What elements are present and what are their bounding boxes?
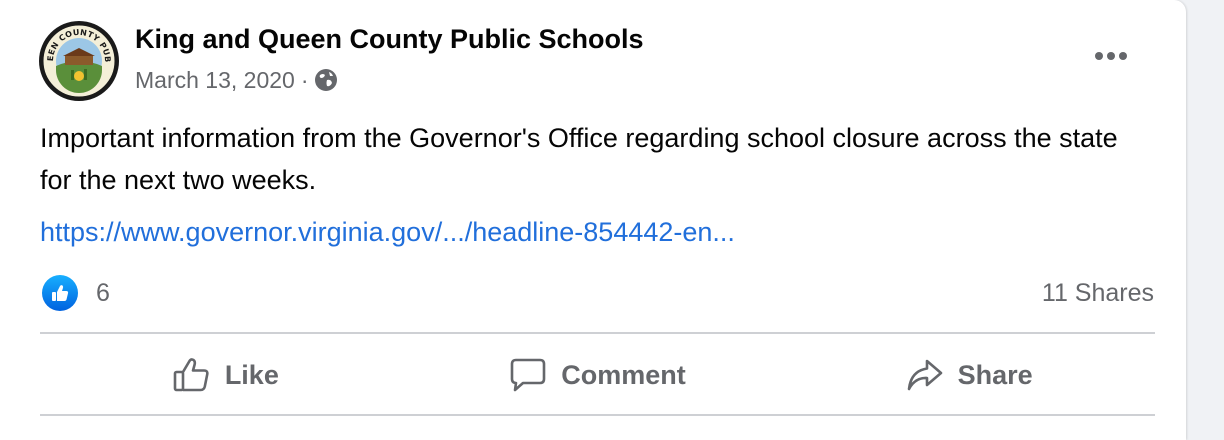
reactions-summary[interactable]: 6 <box>42 273 110 313</box>
share-label: Share <box>957 359 1033 390</box>
thumbs-up-icon <box>173 358 209 392</box>
comment-button[interactable]: Comment <box>412 338 784 412</box>
share-button[interactable]: Share <box>783 338 1155 412</box>
post-card: KING AND QUEEN COUNTY PUBLIC SCHOOLS Kin… <box>0 0 1186 440</box>
post-link[interactable]: https://www.governor.virginia.gov/.../he… <box>40 212 735 252</box>
comment-label: Comment <box>561 359 686 390</box>
page-name[interactable]: King and Queen County Public Schools <box>135 24 644 55</box>
more-options-icon <box>1095 52 1127 60</box>
globe-icon[interactable] <box>314 68 338 92</box>
meta-separator: · <box>300 66 309 93</box>
reaction-count: 6 <box>96 278 110 307</box>
post-date[interactable]: March 13, 2020 <box>135 67 295 94</box>
divider-bottom <box>40 414 1155 416</box>
share-arrow-icon <box>907 359 942 391</box>
more-options-button[interactable] <box>1086 36 1136 76</box>
comment-bubble-icon <box>510 358 546 392</box>
shares-count[interactable]: 11 Shares <box>1042 273 1154 313</box>
like-reaction-icon <box>42 275 78 311</box>
like-label: Like <box>224 359 279 390</box>
like-button[interactable]: Like <box>40 338 412 412</box>
page-avatar[interactable]: KING AND QUEEN COUNTY PUBLIC SCHOOLS <box>34 13 120 102</box>
divider-top <box>40 332 1155 334</box>
school-seal-logo-icon: KING AND QUEEN COUNTY PUBLIC SCHOOLS <box>34 13 119 101</box>
action-bar: Like Comment Share <box>40 338 1155 412</box>
post-text: Important information from the Governor'… <box>40 123 1118 195</box>
post-meta: March 13, 2020 · <box>135 65 338 95</box>
